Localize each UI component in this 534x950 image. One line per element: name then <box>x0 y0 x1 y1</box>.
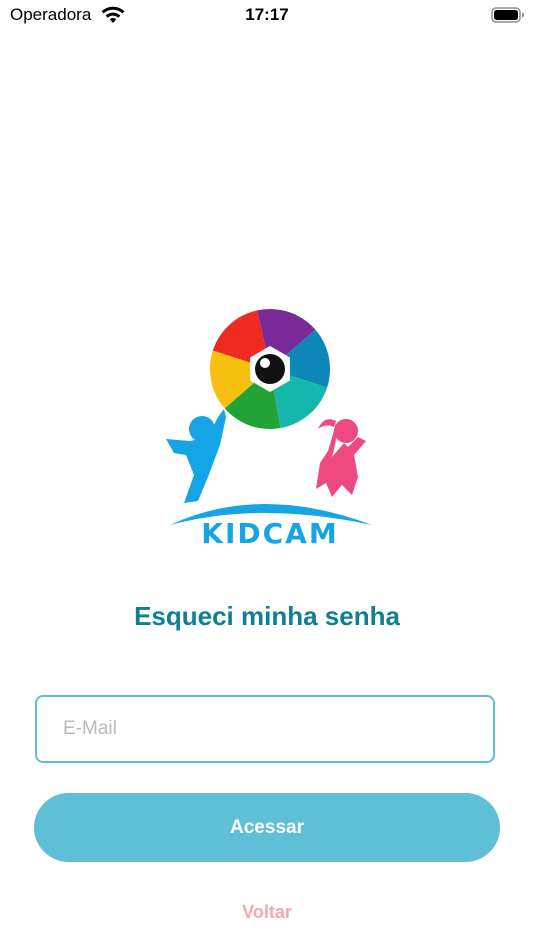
status-bar: Operadora 17:17 <box>0 0 534 30</box>
logo-text: KIDCAM <box>201 517 338 550</box>
kidcam-logo: KIDCAM <box>160 305 375 555</box>
camera-aperture-icon <box>209 308 331 430</box>
submit-button[interactable]: Acessar <box>34 793 500 862</box>
page-title: Esqueci minha senha <box>134 601 400 631</box>
battery-icon <box>491 7 525 28</box>
email-field[interactable] <box>35 695 495 763</box>
status-time: 17:17 <box>245 5 289 24</box>
back-link[interactable]: Voltar <box>0 902 534 923</box>
